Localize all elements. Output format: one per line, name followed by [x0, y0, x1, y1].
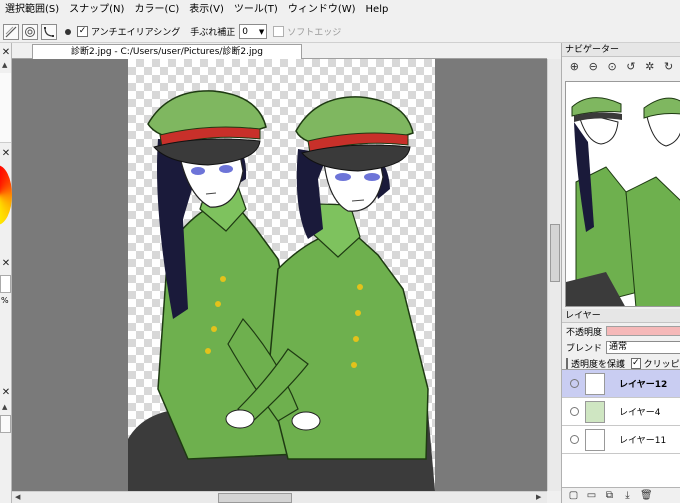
canvas-workspace[interactable]: [12, 59, 547, 491]
stabilizer-label: 手ぶれ補正: [190, 28, 236, 38]
new-layer-icon[interactable]: ▢: [568, 490, 579, 501]
horizontal-scroll-thumb[interactable]: [218, 493, 292, 503]
rotate-right-icon[interactable]: ↻: [661, 59, 676, 74]
close-icon[interactable]: ✕: [1, 259, 11, 269]
blend-label: ブレンド: [566, 343, 603, 354]
navigator-thumbnail: [566, 82, 680, 306]
delete-layer-icon[interactable]: 🗑: [640, 490, 653, 501]
scroll-up-icon[interactable]: ▲: [2, 403, 7, 411]
document-tab[interactable]: 診断2.jpg - C:/Users/user/Pictures/診断2.jpg: [32, 44, 302, 59]
layer-thumbnail: [585, 428, 605, 451]
curve-tool-icon[interactable]: [41, 23, 57, 40]
visibility-icon[interactable]: [570, 435, 579, 444]
horizontal-scrollbar[interactable]: ◀ ▶: [12, 491, 547, 503]
circle-brush-icon[interactable]: [22, 23, 38, 40]
antialias-checkbox[interactable]: ✓: [77, 26, 88, 37]
layer-row-layer-11[interactable]: レイヤー11: [562, 426, 680, 454]
menu-color[interactable]: カラー(C): [129, 0, 184, 20]
scroll-left-icon[interactable]: ◀: [15, 493, 20, 501]
antialias-label: アンチエイリアシング: [91, 28, 181, 38]
merge-layer-icon[interactable]: ⤓: [622, 490, 633, 501]
menu-bar: 選択範囲(S) スナップ(N) カラー(C) 表示(V) ツール(T) ウィンド…: [0, 0, 680, 20]
layer-panel: レイヤー 不透明度 ブレンド 通常 透明度を保護 ✓ クリッピング レイヤー12: [562, 309, 680, 503]
menu-view[interactable]: 表示(V): [184, 0, 229, 20]
chevron-down-icon: ▼: [258, 27, 265, 36]
blend-mode-select[interactable]: 通常: [606, 340, 680, 354]
stabilizer-value: 0: [242, 26, 249, 37]
left-scroll-thumb[interactable]: [0, 415, 11, 433]
navigator-preview[interactable]: [565, 81, 680, 307]
duplicate-layer-icon[interactable]: ⧉: [604, 490, 615, 501]
brush-size-field[interactable]: [0, 275, 11, 293]
protect-alpha-checkbox[interactable]: [566, 357, 568, 369]
brush-size-dot-icon[interactable]: [65, 28, 71, 35]
navigator-title: ナビゲーター: [562, 43, 680, 57]
clipping-label: クリッピング: [643, 359, 680, 370]
soft-edge-checkbox[interactable]: [273, 26, 285, 37]
layer-name: レイヤー4: [619, 408, 661, 418]
layer-actions-bar: ▢ ▭ ⧉ ⤓ 🗑: [562, 487, 680, 503]
menu-window[interactable]: ウィンドウ(W): [283, 0, 361, 20]
new-folder-icon[interactable]: ▭: [586, 490, 597, 501]
opacity-slider[interactable]: [606, 326, 680, 336]
app-window: 選択範囲(S) スナップ(N) カラー(C) 表示(V) ツール(T) ウィンド…: [0, 0, 680, 503]
menu-tool[interactable]: ツール(T): [229, 0, 283, 20]
close-icon[interactable]: ✕: [1, 388, 11, 398]
visibility-icon[interactable]: [570, 379, 579, 388]
layer-name: レイヤー11: [619, 436, 667, 446]
layer-row-layer-4[interactable]: レイヤー4: [562, 398, 680, 426]
zoom-in-icon[interactable]: ⊕: [567, 59, 582, 74]
soft-edge-label: ソフトエッジ: [287, 28, 342, 38]
right-dock-panel: ナビゲーター ⊕ ⊖ ⊙ ↺ ✲ ↻ レイヤー 不透明度 ブレンド 通常 透明度…: [561, 43, 680, 503]
blend-row: ブレンド 通常: [562, 339, 680, 355]
percent-mark: %: [1, 296, 9, 305]
menu-snap[interactable]: スナップ(N): [64, 0, 129, 20]
color-wheel[interactable]: [0, 165, 12, 225]
zoom-fit-icon[interactable]: ⊙: [605, 59, 620, 74]
menu-help[interactable]: Help: [361, 0, 394, 20]
vertical-scroll-thumb[interactable]: [550, 224, 560, 282]
zoom-out-icon[interactable]: ⊖: [586, 59, 601, 74]
menu-selection[interactable]: 選択範囲(S): [0, 0, 64, 20]
canvas-document[interactable]: [128, 59, 435, 491]
layer-row-layer-12[interactable]: レイヤー12: [562, 370, 680, 398]
clipping-checkbox[interactable]: ✓: [631, 357, 641, 369]
close-icon[interactable]: ✕: [1, 149, 11, 159]
layer-thumbnail: [585, 400, 605, 423]
tool-list-area: [0, 73, 11, 143]
stabilizer-select[interactable]: 0 ▼: [239, 24, 268, 39]
layer-name: レイヤー12: [619, 380, 668, 390]
vertical-scrollbar[interactable]: [547, 59, 561, 491]
close-icon[interactable]: ✕: [1, 48, 11, 58]
pen-shape-icon[interactable]: [3, 23, 19, 40]
scroll-up-icon[interactable]: ▲: [2, 61, 7, 69]
artwork-illustration: [128, 90, 435, 491]
layer-thumbnail: [585, 372, 605, 395]
layer-panel-title: レイヤー: [562, 309, 680, 323]
navigator-toolbar: ⊕ ⊖ ⊙ ↺ ✲ ↻: [562, 57, 680, 75]
opacity-row: 不透明度: [562, 323, 680, 339]
rotate-reset-icon[interactable]: ✲: [642, 59, 657, 74]
rotate-left-icon[interactable]: ↺: [623, 59, 638, 74]
opacity-label: 不透明度: [566, 327, 603, 338]
layer-list: レイヤー12 レイヤー4 レイヤー11: [562, 369, 680, 487]
tool-options-bar: ✓ アンチエイリアシング 手ぶれ補正 0 ▼ ソフトエッジ: [0, 21, 680, 43]
protect-alpha-label: 透明度を保護: [571, 359, 626, 370]
scroll-right-icon[interactable]: ▶: [536, 493, 541, 501]
visibility-icon[interactable]: [570, 407, 579, 416]
left-dock-panel: ✕ ▲ ✕ ✕ % ✕ ▲: [0, 43, 12, 503]
document-tab-strip: 診断2.jpg - C:/Users/user/Pictures/診断2.jpg: [12, 43, 547, 59]
